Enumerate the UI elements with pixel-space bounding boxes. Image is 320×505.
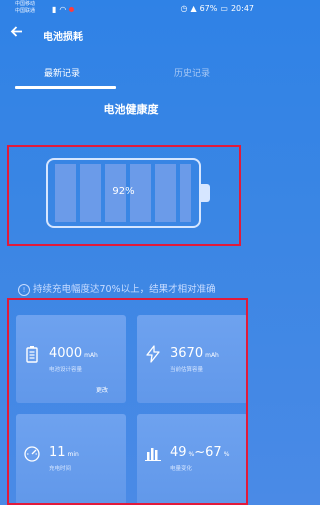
alarm-icon: ◷ — [180, 4, 188, 13]
carrier-1: 中国移动 — [15, 1, 36, 7]
active-tab-indicator — [15, 86, 116, 89]
wifi-icon: ◠ — [59, 5, 67, 14]
signal-icon: ▮ — [52, 5, 57, 14]
carrier-2: 中国联通 — [15, 8, 36, 14]
notice-text: 持续充电幅度达70%以上，结果才相对准确 — [33, 284, 216, 295]
accuracy-notice: ! 持续充电幅度达70%以上，结果才相对准确 — [18, 281, 216, 296]
battery-health-title: 电池健康度 — [103, 103, 159, 116]
clock: 20:47 — [230, 4, 254, 13]
battery-status-icon: ▭ — [220, 4, 228, 13]
battery-percent: 67% — [199, 4, 218, 13]
status-icons: ▮ ◠ — [52, 5, 75, 14]
back-arrow-svg — [10, 26, 22, 37]
status-bar: 中国移动 中国联通 ▮ ◠ ◷ ▲ 67% ▭ 20:47 — [0, 0, 262, 20]
tab-history-records[interactable]: 历史记录 — [174, 66, 210, 79]
info-icon: ! — [18, 284, 30, 296]
notification-icon — [69, 7, 75, 12]
carrier-info: 中国移动 中国联通 — [15, 1, 35, 15]
tab-latest-records[interactable]: 最新记录 — [44, 66, 80, 79]
page-title: 电池损耗 — [43, 32, 83, 43]
tab-bar: 最新记录 历史记录 — [0, 60, 262, 90]
back-arrow-icon[interactable] — [10, 25, 23, 43]
status-right: ◷ ▲ 67% ▭ 20:47 — [180, 4, 254, 13]
highlight-box-cards — [7, 298, 248, 505]
highlight-box-battery — [7, 145, 241, 246]
app-bar: 电池损耗 — [0, 22, 262, 50]
signal-strength-icon: ▲ — [190, 4, 197, 13]
